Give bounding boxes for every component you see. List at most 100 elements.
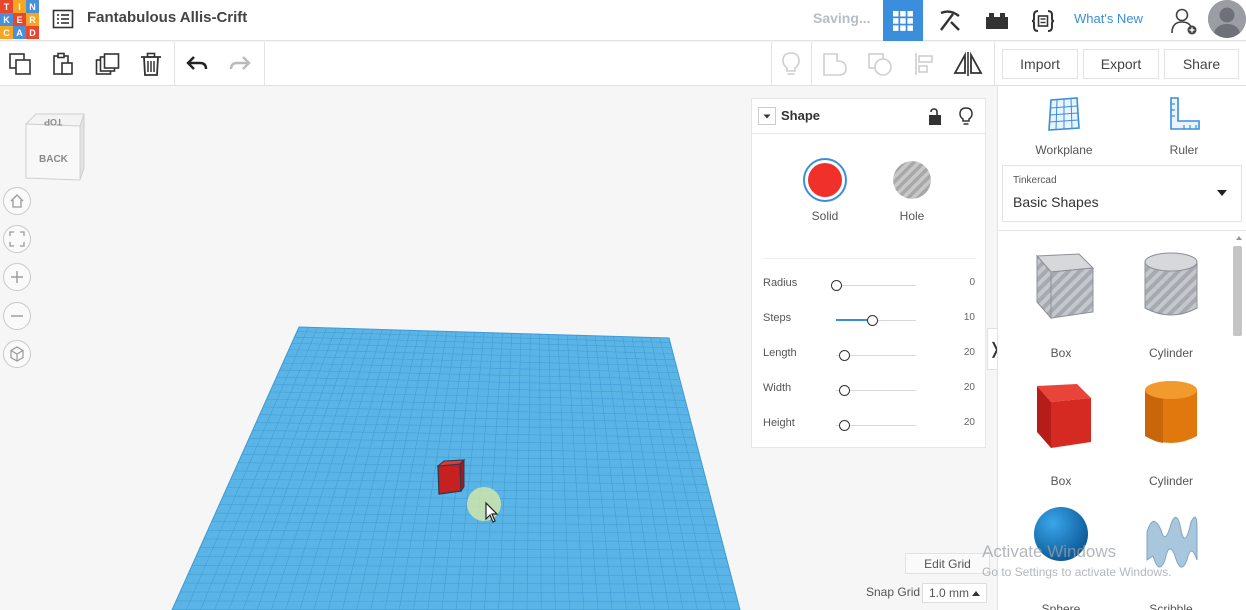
logo-letter: D (26, 26, 39, 39)
param-slider-track[interactable] (836, 285, 916, 286)
home-view-button[interactable] (3, 187, 31, 215)
view-cube[interactable]: TOP BACK (22, 108, 86, 182)
library-category: Tinkercad (1013, 175, 1057, 186)
shape-item-box-solid[interactable]: Box (1006, 372, 1116, 492)
param-value[interactable]: 20 (964, 417, 975, 428)
ungroup-button[interactable] (864, 48, 896, 80)
scroll-up-arrow-icon[interactable] (1236, 236, 1242, 240)
shape-label: Cylinder (1148, 346, 1193, 360)
mirror-button[interactable] (952, 48, 984, 80)
logo-letter: E (13, 13, 26, 26)
bricks-button[interactable] (977, 0, 1017, 41)
param-slider-knob[interactable] (839, 385, 850, 396)
zoom-out-button[interactable] (3, 302, 31, 330)
fit-view-button[interactable] (3, 225, 31, 253)
cursor-highlight (467, 487, 501, 521)
group-button[interactable] (819, 48, 851, 80)
param-slider-knob[interactable] (839, 350, 850, 361)
cylinder-hole-icon (1133, 246, 1209, 331)
hole-striped-icon (893, 161, 931, 199)
whats-new-link[interactable]: What's New (1074, 11, 1143, 26)
tinkercad-logo[interactable]: TINKERCAD (0, 0, 39, 39)
align-icon (915, 53, 933, 75)
toolbar-divider (174, 42, 175, 86)
add-user-button[interactable] (1164, 0, 1204, 41)
shape-label: Box (1050, 346, 1072, 360)
ruler-tool[interactable]: Ruler (1144, 96, 1224, 157)
fit-icon (9, 231, 25, 247)
import-button[interactable]: Import (1002, 49, 1078, 79)
logo-letter: K (0, 13, 13, 26)
edit-toolbar: Import Export Share (0, 42, 1246, 86)
logo-letter: C (0, 26, 13, 39)
paste-button[interactable] (47, 48, 79, 80)
param-value[interactable]: 20 (964, 382, 975, 393)
3d-view-button[interactable] (883, 0, 923, 41)
shape-item-scribble[interactable]: Scribble (1116, 500, 1226, 610)
viewcube-top-label: TOP (44, 117, 63, 127)
caret-down-icon (763, 114, 771, 119)
shape-item-cylinder-hole[interactable]: Cylinder (1116, 244, 1226, 364)
workplane-tool[interactable]: Workplane (1024, 96, 1104, 157)
shape-label: Cylinder (1148, 474, 1193, 488)
param-slider-knob[interactable] (867, 315, 878, 326)
param-row-width: Width 20 (763, 380, 975, 400)
align-button[interactable] (909, 48, 941, 80)
paste-icon (53, 52, 73, 75)
edit-grid-button[interactable]: Edit Grid (905, 553, 990, 574)
shape-item-box-hole[interactable]: Box (1006, 244, 1116, 364)
snap-grid-select[interactable]: 1.0 mm (922, 583, 987, 603)
param-label: Length (763, 347, 797, 359)
redo-button[interactable] (224, 48, 256, 80)
redo-icon (229, 56, 251, 70)
solid-color-button[interactable] (803, 158, 847, 202)
copy-button[interactable] (4, 48, 36, 80)
param-slider-knob[interactable] (839, 420, 850, 431)
codeblocks-button[interactable] (1023, 0, 1063, 41)
box-solid-icon (1023, 374, 1099, 459)
shape-library-dropdown[interactable]: Tinkercad Basic Shapes (1002, 165, 1242, 222)
cube-icon (10, 346, 24, 362)
user-avatar[interactable] (1208, 0, 1246, 38)
logo-letter: I (13, 0, 26, 13)
avatar-silhouette-icon (1208, 0, 1246, 38)
unlock-icon (929, 108, 941, 125)
workplane-icon (1048, 97, 1080, 131)
zoom-in-button[interactable] (3, 263, 31, 291)
delete-button[interactable] (135, 48, 167, 80)
export-button[interactable]: Export (1083, 49, 1159, 79)
shape-item-cylinder-solid[interactable]: Cylinder (1116, 372, 1226, 492)
perspective-button[interactable] (3, 340, 31, 368)
param-value[interactable]: 20 (964, 347, 975, 358)
shape-label: Scribble (1149, 602, 1193, 610)
shape-label: Box (1050, 474, 1072, 488)
sphere-icon (1023, 502, 1099, 587)
share-button[interactable]: Share (1164, 49, 1239, 79)
red-box-object[interactable] (436, 458, 466, 495)
ruler-label: Ruler (1169, 143, 1199, 157)
collapse-panel-button[interactable] (758, 107, 776, 125)
copy-icon (9, 53, 31, 75)
toolbar-divider (771, 42, 772, 86)
snap-grid-label: Snap Grid (866, 585, 921, 599)
blocks-button[interactable] (930, 0, 970, 41)
shapes-scrollbar[interactable] (1233, 246, 1242, 336)
param-value[interactable]: 10 (964, 312, 975, 323)
hide-button[interactable] (958, 107, 974, 132)
hole-button[interactable] (893, 161, 931, 199)
undo-button[interactable] (181, 48, 213, 80)
divider (998, 230, 1246, 231)
logo-letter: A (13, 26, 26, 39)
solid-swatch (808, 163, 842, 197)
shape-item-sphere[interactable]: Sphere (1006, 500, 1116, 610)
show-all-button[interactable] (775, 48, 807, 80)
document-title[interactable]: Fantabulous Allis-Crift (87, 9, 247, 26)
home-icon (10, 194, 24, 208)
lock-button[interactable] (927, 108, 943, 131)
logo-letter: R (26, 13, 39, 26)
param-slider-knob[interactable] (831, 280, 842, 291)
design-list-icon[interactable] (52, 8, 74, 30)
shapes-library-panel: Workplane Ruler Tinkercad Basic Shapes B… (997, 86, 1246, 610)
duplicate-button[interactable] (92, 48, 124, 80)
param-value[interactable]: 0 (969, 277, 975, 288)
